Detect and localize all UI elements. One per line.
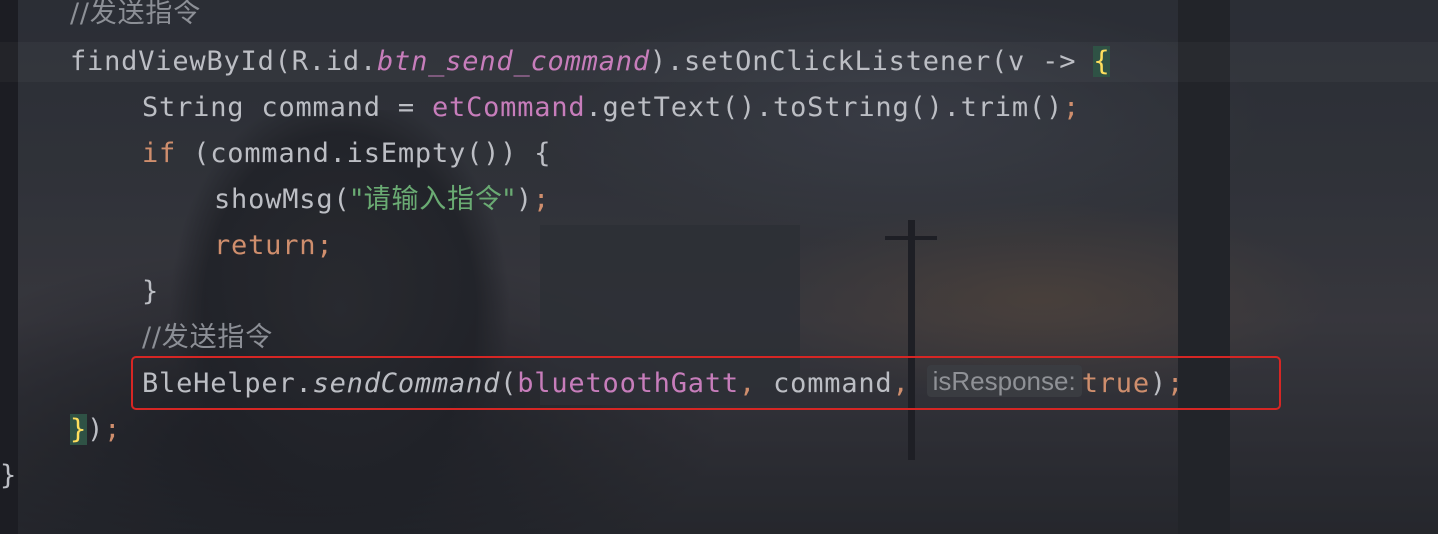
- code-line-find-view: findViewById(R.id.btn_send_command).setO…: [70, 42, 1111, 82]
- code-token: findViewById(R.id.: [70, 46, 377, 77]
- semicolon: ;: [1063, 92, 1081, 123]
- semicolon: ;: [316, 230, 334, 261]
- code-token: String command =: [142, 92, 432, 123]
- matched-brace: }: [70, 414, 88, 445]
- comment-text: //发送指令: [70, 0, 201, 29]
- code-line-show-msg: showMsg("请输入指令");: [214, 180, 550, 220]
- code-token: ): [87, 414, 105, 445]
- code-line-close-if: }: [142, 272, 159, 312]
- comment-text: //发送指令: [142, 322, 273, 353]
- code-token: showMsg(: [214, 184, 351, 215]
- code-token: (command.isEmpty()) {: [176, 138, 552, 169]
- code-line-close-method: }: [0, 456, 17, 496]
- matched-brace: {: [1093, 46, 1111, 77]
- code-token: ): [515, 184, 533, 215]
- highlight-annotation-box: [131, 356, 1281, 410]
- code-line-if: if (command.isEmpty()) {: [142, 134, 551, 174]
- code-editor[interactable]: //发送指令 findViewById(R.id.btn_send_comman…: [0, 0, 1438, 534]
- code-token: }: [0, 460, 18, 491]
- field-token: btn_send_command: [377, 46, 650, 77]
- code-line-close-lambda: });: [70, 410, 121, 450]
- code-line-comment: //发送指令: [142, 318, 273, 358]
- field-token: etCommand: [431, 92, 586, 123]
- keyword-token: return: [214, 230, 317, 261]
- code-token: }: [142, 276, 160, 307]
- code-token: ).setOnClickListener(v ->: [649, 46, 1094, 77]
- code-line-return: return;: [214, 226, 333, 266]
- semicolon: ;: [104, 414, 122, 445]
- semicolon: ;: [532, 184, 551, 215]
- code-token: .getText().toString().trim(): [585, 92, 1064, 123]
- string-token: "请输入指令": [350, 184, 516, 215]
- keyword-token: if: [142, 138, 177, 169]
- code-line-comment-top: //发送指令: [70, 0, 201, 34]
- code-line-command-decl: String command = etCommand.getText().toS…: [142, 88, 1080, 128]
